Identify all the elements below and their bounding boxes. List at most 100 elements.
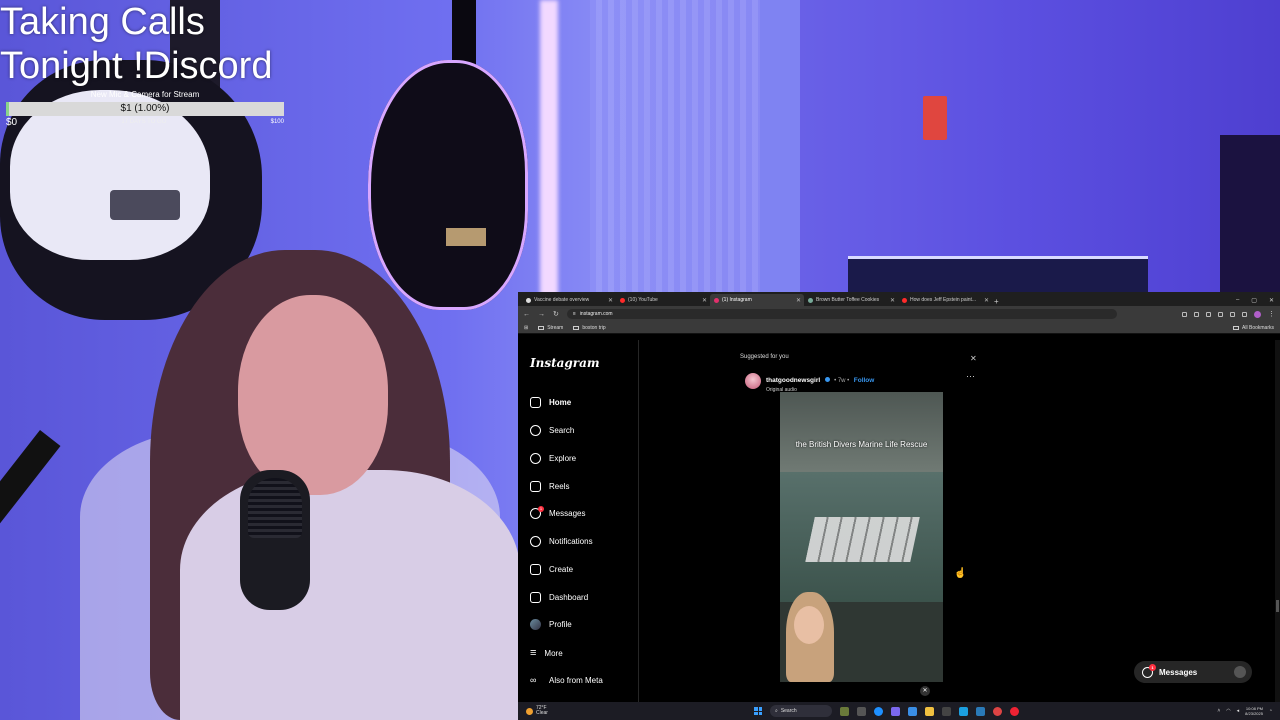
chrome-icon[interactable] [993, 706, 1002, 716]
verified-badge-icon [824, 377, 830, 382]
search-icon [530, 425, 541, 436]
goal-days-left: 17 DAYS TO GO [121, 119, 167, 125]
guitar-pickup [110, 190, 180, 220]
address-bar[interactable]: ≡ instagram.com [566, 309, 1117, 319]
more-options-icon[interactable]: ··· [966, 371, 975, 381]
nav-create[interactable]: Create [530, 564, 573, 575]
page-scrollbar[interactable] [1275, 340, 1280, 702]
stream-title-line2: Tonight !Discord [0, 45, 273, 87]
reload-icon[interactable]: ↻ [553, 310, 559, 318]
stream-title-line1: Taking Calls [0, 1, 205, 43]
chevron-up-icon[interactable]: ˄ [1217, 708, 1220, 714]
heart-icon [530, 536, 541, 547]
tab-youtube[interactable]: (10) YouTube ✕ [616, 294, 710, 306]
nav-notifications[interactable]: Notifications [530, 536, 593, 547]
close-icon[interactable]: ✕ [890, 297, 895, 304]
messages-button[interactable]: 1 Messages [1134, 661, 1252, 683]
nav-also-from-meta[interactable]: ∞ Also from Meta [530, 675, 603, 686]
app-icon[interactable] [959, 706, 968, 716]
nav-explore[interactable]: Explore [530, 453, 576, 464]
discord-icon[interactable] [891, 706, 900, 716]
nav-label: Messages [549, 509, 586, 518]
obs-icon[interactable] [942, 706, 951, 716]
file-explorer-icon[interactable] [925, 706, 934, 716]
notification-bell-icon[interactable]: ◔ [1269, 708, 1272, 714]
avatar[interactable] [745, 373, 761, 389]
close-icon[interactable]: ✕ [608, 297, 613, 304]
apps-icon[interactable]: ⊞ [524, 325, 528, 331]
wifi-icon[interactable]: ◠ [1226, 708, 1230, 714]
widgets-icon[interactable] [840, 706, 849, 716]
bookmark-boston-trip[interactable]: boston trip [573, 325, 606, 331]
zoom-icon[interactable] [1194, 311, 1199, 317]
nav-search[interactable]: Search [530, 425, 574, 436]
bookmark-stream[interactable]: Stream [538, 325, 563, 331]
tab-cookies[interactable]: Brown Butter Toffee Cookies ✕ [804, 294, 898, 306]
reel-raft [805, 517, 920, 562]
suggested-label: Suggested for you [740, 354, 789, 360]
back-arrow-icon[interactable]: ← [523, 311, 530, 318]
goal-max: $100 [270, 119, 284, 125]
minimize-button[interactable]: – [1236, 297, 1239, 303]
folder-icon [573, 325, 580, 330]
steam-icon[interactable] [976, 706, 985, 716]
nav-home[interactable]: Home [530, 397, 571, 408]
follow-button[interactable]: Follow [854, 377, 875, 384]
taskbar-search[interactable]: ⌕ Search [770, 705, 832, 717]
tab-instagram[interactable]: (1) Instagram ✕ [710, 294, 804, 306]
tab-bar: Vaccine debate overview ✕ (10) YouTube ✕… [518, 292, 1280, 306]
star-icon[interactable] [1206, 311, 1211, 317]
post-header: thatgoodnewsgirl • 7w • Follow Original … [745, 369, 874, 393]
clock[interactable]: 10:08 PM 8/23/2025 [1245, 706, 1263, 716]
close-icon[interactable]: ✕ [984, 297, 989, 304]
mute-icon[interactable]: ✕ [920, 686, 930, 696]
close-icon[interactable]: ✕ [796, 297, 801, 304]
nav-profile[interactable]: Profile [530, 619, 572, 630]
nav-messages[interactable]: 1 Messages [530, 506, 586, 519]
goal-footer: $0 17 DAYS TO GO $100 [6, 116, 284, 128]
nav-more[interactable]: ≡ More [530, 647, 563, 659]
cast-icon[interactable] [1182, 311, 1187, 317]
instagram-logo[interactable]: Instagram [530, 356, 600, 370]
chrome-icon[interactable] [1010, 706, 1019, 716]
messages-badge: 1 [538, 506, 544, 512]
youtube-icon [902, 297, 907, 303]
extension-icon[interactable] [1218, 311, 1223, 317]
nav-reels[interactable]: Reels [530, 481, 569, 492]
weather-text: 72°F Clear [536, 706, 548, 716]
nav-dashboard[interactable]: Dashboard [530, 592, 588, 603]
task-view-icon[interactable] [857, 706, 866, 716]
reel-video[interactable]: the British Divers Marine Life Rescue [780, 392, 943, 682]
download-icon[interactable] [1242, 311, 1247, 317]
weather-widget[interactable]: 72°F Clear [518, 706, 608, 716]
forward-arrow-icon[interactable]: → [538, 311, 545, 318]
scrollbar-thumb[interactable] [1276, 600, 1279, 612]
edge-icon[interactable] [874, 706, 883, 716]
tab-vaccine-debate[interactable]: Vaccine debate overview ✕ [522, 294, 616, 306]
close-window-button[interactable]: ✕ [1269, 297, 1274, 304]
profile-avatar[interactable] [1254, 310, 1261, 318]
clock-date: 8/23/2025 [1245, 711, 1263, 716]
close-icon[interactable]: ✕ [702, 297, 707, 304]
maximize-button[interactable]: ▢ [1251, 297, 1257, 304]
streamer-face [238, 295, 388, 495]
store-icon[interactable] [908, 706, 917, 716]
all-bookmarks[interactable]: All Bookmarks [1233, 325, 1280, 331]
new-tab-button[interactable]: + [994, 297, 1004, 306]
nav-label: Notifications [549, 537, 593, 546]
windows-start-icon[interactable] [754, 707, 762, 715]
home-icon [530, 397, 541, 408]
suggested-post: Suggested for you ✕ thatgoodnewsgirl • 7… [740, 354, 980, 696]
all-bookmarks-label: All Bookmarks [1242, 324, 1274, 331]
kebab-menu-icon[interactable]: ⋮ [1268, 310, 1275, 318]
post-username[interactable]: thatgoodnewsgirl [766, 377, 820, 384]
volume-icon[interactable]: ◂ [1237, 708, 1240, 714]
tab-epstein-painting[interactable]: How does Jeff Epstein paint... ✕ [898, 294, 992, 306]
search-icon: ⌕ [775, 708, 778, 714]
post-time: • 7w • [834, 378, 850, 384]
close-icon[interactable]: ✕ [970, 354, 977, 363]
puzzle-icon[interactable] [1230, 311, 1235, 317]
nav-label: Home [549, 398, 572, 407]
site-info-icon[interactable]: ≡ [573, 311, 576, 317]
goal-min: $0 [6, 116, 18, 128]
